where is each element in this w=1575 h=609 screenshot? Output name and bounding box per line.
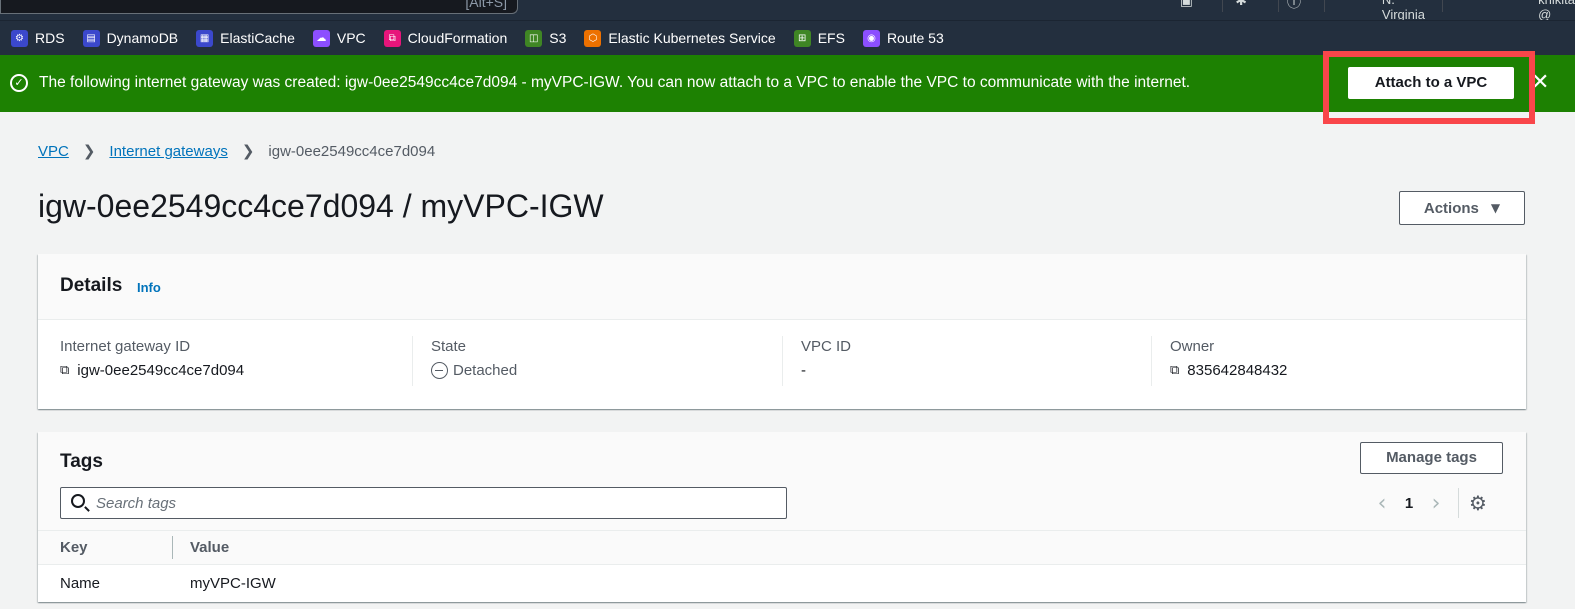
field-value: ⧉ 835642848432 xyxy=(1170,362,1287,379)
pagination-divider xyxy=(1458,488,1459,518)
top-navigation: [Alt+S] ▣ ✱ ⓘ N. Virginia knikita @ knik… xyxy=(0,0,1575,37)
status-stopped-icon xyxy=(431,362,448,379)
success-check-icon: ✓ xyxy=(10,74,28,92)
efs-icon: ⊞ xyxy=(793,29,811,47)
field-value: - xyxy=(801,362,851,379)
favorite-route53[interactable]: ◉ Route 53 xyxy=(862,29,944,47)
flash-message: The following internet gateway was creat… xyxy=(39,74,1191,91)
favorite-label: Elastic Kubernetes Service xyxy=(608,30,776,46)
favorite-dynamodb[interactable]: ▤ DynamoDB xyxy=(82,29,179,47)
field-value: ⧉ igw-0ee2549cc4ce7d094 xyxy=(60,362,244,379)
breadcrumb-internet-gateways-link[interactable]: Internet gateways xyxy=(109,143,227,160)
field-vpc-id: VPC ID - xyxy=(801,338,851,386)
favorite-eks[interactable]: ⬡ Elastic Kubernetes Service xyxy=(584,29,776,47)
dynamodb-icon: ▤ xyxy=(82,29,100,47)
favorite-label: DynamoDB xyxy=(106,30,179,46)
search-icon xyxy=(71,494,85,508)
column-divider xyxy=(782,336,783,386)
field-state: State Detached xyxy=(431,338,517,386)
eks-icon: ⬡ xyxy=(584,29,602,47)
chevron-right-icon: ❯ xyxy=(241,142,255,160)
help-icon[interactable]: ⓘ xyxy=(1287,0,1301,12)
nav-divider xyxy=(1222,0,1223,12)
favorite-cloudformation[interactable]: ⧉ CloudFormation xyxy=(383,29,508,47)
favorite-label: VPC xyxy=(336,30,366,46)
vpc-id-value: - xyxy=(801,362,806,379)
column-divider xyxy=(412,336,413,386)
field-label: State xyxy=(431,338,467,355)
manage-tags-button[interactable]: Manage tags xyxy=(1360,442,1503,474)
table-row: Name myVPC-IGW xyxy=(38,565,1526,602)
copy-icon[interactable]: ⧉ xyxy=(60,363,69,378)
annotation-highlight-box xyxy=(1323,51,1535,124)
favorite-label: RDS xyxy=(35,30,65,46)
info-link[interactable]: Info xyxy=(137,280,161,295)
cloudformation-icon: ⧉ xyxy=(383,29,401,47)
page-title: igw-0ee2549cc4ce7d094 / myVPC-IGW xyxy=(38,188,604,224)
column-divider xyxy=(1151,336,1152,386)
copy-icon[interactable]: ⧉ xyxy=(1170,363,1179,378)
tag-key-cell: Name xyxy=(60,575,101,592)
column-header-key[interactable]: Key xyxy=(60,539,88,556)
cloudshell-icon[interactable]: ▣ xyxy=(1180,0,1193,9)
field-owner: Owner ⧉ 835642848432 xyxy=(1170,338,1287,386)
favorite-label: S3 xyxy=(549,30,567,46)
route53-icon: ◉ xyxy=(862,29,880,47)
actions-dropdown-button[interactable]: Actions ▼ xyxy=(1399,191,1525,225)
details-header: Details Info xyxy=(38,254,1526,320)
details-heading: Details xyxy=(60,275,123,296)
nav-divider xyxy=(1324,0,1325,12)
tags-header: Tags Manage tags ‹ 1 › ⚙ xyxy=(38,432,1526,530)
table-header: Key Value xyxy=(38,530,1526,565)
column-resize-handle[interactable] xyxy=(172,536,173,559)
field-label: Internet gateway ID xyxy=(60,338,191,355)
page-number[interactable]: 1 xyxy=(1394,495,1424,512)
global-search-input[interactable]: [Alt+S] xyxy=(0,0,518,14)
notifications-icon[interactable]: ✱ xyxy=(1235,0,1247,9)
column-header-value[interactable]: Value xyxy=(190,539,229,556)
tags-heading: Tags xyxy=(60,451,103,472)
tags-panel: Tags Manage tags ‹ 1 › ⚙ Key Value Name … xyxy=(38,432,1526,602)
favorite-vpc[interactable]: ☁ VPC xyxy=(312,29,366,47)
region-selector[interactable]: N. Virginia xyxy=(1382,0,1425,22)
field-label: Owner xyxy=(1170,338,1215,355)
field-label: VPC ID xyxy=(801,338,852,355)
gear-icon[interactable]: ⚙ xyxy=(1469,491,1487,515)
field-value: Detached xyxy=(431,362,517,379)
internet-gateway-id-value: igw-0ee2549cc4ce7d094 xyxy=(77,362,245,379)
favorite-label: CloudFormation xyxy=(407,30,508,46)
favorite-rds[interactable]: ⚙ RDS xyxy=(11,29,65,47)
elasticache-icon: ▦ xyxy=(196,29,214,47)
rds-icon: ⚙ xyxy=(11,29,28,47)
tag-value-cell: myVPC-IGW xyxy=(190,575,276,592)
favorite-label: ElastiCache xyxy=(220,30,295,46)
search-shortcut-hint: [Alt+S] xyxy=(465,0,507,10)
state-value: Detached xyxy=(453,362,518,379)
nav-divider xyxy=(1278,0,1279,12)
nav-divider xyxy=(1442,0,1443,12)
vpc-icon: ☁ xyxy=(312,29,330,47)
caret-down-icon: ▼ xyxy=(1490,201,1501,215)
chevron-right-icon[interactable]: › xyxy=(1424,491,1448,516)
chevron-right-icon: ❯ xyxy=(82,142,96,160)
actions-label: Actions xyxy=(1423,199,1479,217)
breadcrumb-current: igw-0ee2549cc4ce7d094 xyxy=(268,142,436,160)
favorite-label: Route 53 xyxy=(886,30,944,46)
favorites-bar: ⚙ RDS ▤ DynamoDB ▦ ElastiCache ☁ VPC ⧉ C… xyxy=(0,20,1575,55)
tags-search[interactable] xyxy=(60,487,787,519)
search-tags-input[interactable] xyxy=(96,492,776,514)
pagination: ‹ 1 › ⚙ xyxy=(1370,488,1487,518)
details-panel: Details Info Internet gateway ID ⧉ igw-0… xyxy=(38,254,1526,409)
favorite-s3[interactable]: ◫ S3 xyxy=(525,29,567,47)
field-internet-gateway-id: Internet gateway ID ⧉ igw-0ee2549cc4ce7d… xyxy=(60,338,244,386)
breadcrumb-vpc-link[interactable]: VPC xyxy=(38,143,69,160)
favorite-efs[interactable]: ⊞ EFS xyxy=(793,29,845,47)
favorite-elasticache[interactable]: ▦ ElastiCache xyxy=(196,29,295,47)
favorite-label: EFS xyxy=(817,30,845,46)
chevron-left-icon[interactable]: ‹ xyxy=(1370,491,1394,516)
s3-icon: ◫ xyxy=(525,29,543,47)
owner-value: 835642848432 xyxy=(1187,362,1288,379)
breadcrumb: VPC ❯ Internet gateways ❯ igw-0ee2549cc4… xyxy=(38,142,435,160)
